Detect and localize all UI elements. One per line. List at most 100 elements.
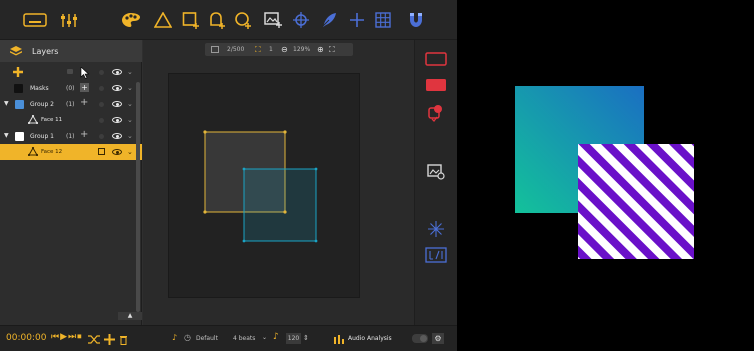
layer-row-face-12[interactable]: Face 12 ⌄ bbox=[0, 144, 142, 160]
feather-icon[interactable] bbox=[318, 10, 340, 30]
face-11-shape[interactable] bbox=[243, 168, 317, 242]
transport-controls[interactable]: ⏮▶⏭⏹ bbox=[51, 332, 83, 342]
beats-select[interactable]: 4 beats bbox=[233, 335, 255, 342]
lock-toggle[interactable] bbox=[99, 85, 104, 91]
cursor-icon bbox=[80, 67, 90, 79]
checkbox[interactable] bbox=[98, 148, 105, 155]
eye-icon[interactable] bbox=[112, 133, 122, 139]
sliders-icon[interactable] bbox=[58, 10, 80, 30]
layer-label: Face 12 bbox=[41, 149, 63, 155]
add-child-icon[interactable]: + bbox=[80, 97, 88, 108]
lock-toggle[interactable] bbox=[99, 69, 104, 75]
metronome-icon[interactable]: ♪ bbox=[172, 333, 177, 342]
expand-arrow-icon[interactable]: ▼ bbox=[4, 132, 9, 139]
image-settings-icon[interactable] bbox=[427, 164, 445, 180]
layer-color-swatch bbox=[15, 132, 24, 141]
grid-icon[interactable] bbox=[372, 10, 394, 30]
zoom-in-icon[interactable]: ⊕ bbox=[317, 45, 324, 54]
chevron-down-icon[interactable]: ⌄ bbox=[127, 100, 133, 108]
zoom-level: 129% bbox=[293, 46, 311, 53]
zoom-out-icon[interactable]: ⊖ bbox=[281, 45, 288, 54]
layer-row-face-11[interactable]: Face 11 ⌄ bbox=[0, 112, 142, 128]
bpm-field[interactable]: 120 bbox=[286, 333, 301, 344]
eye-icon[interactable] bbox=[112, 117, 122, 123]
mask-shape-icon[interactable] bbox=[428, 104, 444, 122]
layer-label: Group 1 bbox=[30, 132, 54, 140]
chevron-down-icon[interactable]: ⌄ bbox=[127, 132, 133, 140]
editing-stage[interactable] bbox=[168, 73, 360, 298]
layers-title: Layers bbox=[32, 46, 59, 56]
preset-label[interactable]: Default bbox=[196, 335, 218, 342]
mapping-app: Layers ⌄ Masks (0) + ⌄ ▼ Group 2 (1) + ⌄… bbox=[0, 0, 457, 351]
layer-count: (0) bbox=[66, 84, 75, 92]
fullscreen-icon[interactable]: ⛶ bbox=[329, 45, 335, 55]
lock-toggle[interactable] bbox=[99, 117, 104, 123]
eye-icon[interactable] bbox=[112, 101, 122, 107]
frame-counter: 2/500 bbox=[227, 46, 245, 53]
chevron-down-icon[interactable]: ⌄ bbox=[127, 148, 133, 156]
eye-icon[interactable] bbox=[112, 69, 122, 75]
layer-row-group-2[interactable]: ▼ Group 2 (1) + ⌄ bbox=[0, 96, 142, 112]
layer-label: Face 11 bbox=[41, 117, 63, 123]
keyboard-icon[interactable] bbox=[22, 10, 48, 30]
collapse-button[interactable]: ▲ bbox=[118, 312, 142, 320]
canvas-workspace[interactable]: 2/500 ⛶ 1 ⊖ 129% ⊕ ⛶ bbox=[143, 40, 414, 325]
triangle-icon[interactable] bbox=[152, 10, 174, 30]
chevron-down-icon[interactable]: ⌄ bbox=[127, 84, 133, 92]
shape-add-icon[interactable] bbox=[206, 10, 228, 30]
top-toolbar bbox=[0, 0, 457, 40]
outline-rect-icon[interactable] bbox=[425, 52, 447, 66]
layer-color-swatch bbox=[15, 100, 24, 109]
bottom-bar: 00:00:00 ⏮▶⏭⏹ ♪ ◷ Default 4 beats ⌄ ♪ 12… bbox=[0, 325, 457, 351]
timecode: 00:00:00 bbox=[6, 333, 47, 343]
eye-icon[interactable] bbox=[112, 149, 122, 155]
lock-toggle[interactable] bbox=[99, 133, 104, 139]
chevron-down-icon[interactable]: ⌄ bbox=[127, 68, 133, 76]
layer-count: (1) bbox=[66, 132, 75, 140]
lock-toggle[interactable] bbox=[99, 101, 104, 107]
plus-cross-icon[interactable] bbox=[346, 10, 368, 30]
face-12-output bbox=[578, 144, 694, 259]
trash-icon[interactable] bbox=[119, 334, 128, 345]
tap-icon[interactable]: ♪ bbox=[273, 332, 279, 342]
ratio-icon[interactable] bbox=[425, 247, 447, 263]
fit-icon[interactable]: ⛶ bbox=[255, 45, 261, 55]
audio-bars-icon bbox=[334, 335, 344, 344]
layers-toolbar-row: ⌄ bbox=[0, 64, 142, 80]
eye-icon[interactable] bbox=[112, 85, 122, 91]
layer-color-swatch bbox=[14, 84, 23, 93]
chevron-down-icon[interactable]: ⌄ bbox=[127, 116, 133, 124]
magnet-icon[interactable] bbox=[405, 10, 427, 30]
filled-rect-icon[interactable] bbox=[425, 78, 447, 92]
chevron-down-icon[interactable]: ⌄ bbox=[262, 334, 267, 341]
right-tools bbox=[414, 40, 457, 325]
frame-icon[interactable] bbox=[211, 46, 219, 53]
image-add-icon[interactable] bbox=[262, 10, 284, 30]
sparkle-icon[interactable] bbox=[427, 220, 445, 238]
layer-count: (1) bbox=[66, 100, 75, 108]
layer-counter: 1 bbox=[269, 46, 273, 53]
bpm-stepper-icon[interactable]: ⇕ bbox=[303, 334, 309, 342]
audio-toggle[interactable] bbox=[412, 334, 428, 343]
layer-row-masks[interactable]: Masks (0) + ⌄ bbox=[0, 80, 142, 96]
layers-scrollbar[interactable] bbox=[136, 82, 140, 312]
palette-icon[interactable] bbox=[120, 10, 142, 30]
audio-analysis-label[interactable]: Audio Analysis bbox=[348, 335, 392, 342]
gear-icon[interactable]: ⚙ bbox=[432, 333, 444, 344]
face-triangle-icon bbox=[28, 115, 38, 124]
output-preview bbox=[457, 0, 754, 351]
crosshair-icon[interactable] bbox=[290, 10, 312, 30]
layer-label: Masks bbox=[30, 84, 49, 92]
add-child-icon[interactable]: + bbox=[80, 129, 88, 140]
shuffle-icon[interactable] bbox=[88, 335, 100, 344]
rect-add-icon[interactable] bbox=[180, 10, 202, 30]
add-mask-icon[interactable]: + bbox=[80, 83, 89, 92]
layers-icon bbox=[10, 46, 22, 56]
circle-add-icon[interactable] bbox=[232, 10, 254, 30]
mask-icon[interactable] bbox=[67, 69, 73, 74]
add-layer-icon[interactable] bbox=[13, 67, 23, 77]
layer-row-group-1[interactable]: ▼ Group 1 (1) + ⌄ bbox=[0, 128, 142, 144]
canvas-toolbar: 2/500 ⛶ 1 ⊖ 129% ⊕ ⛶ bbox=[205, 43, 353, 56]
expand-arrow-icon[interactable]: ▼ bbox=[4, 100, 9, 107]
add-cue-icon[interactable] bbox=[104, 334, 115, 345]
